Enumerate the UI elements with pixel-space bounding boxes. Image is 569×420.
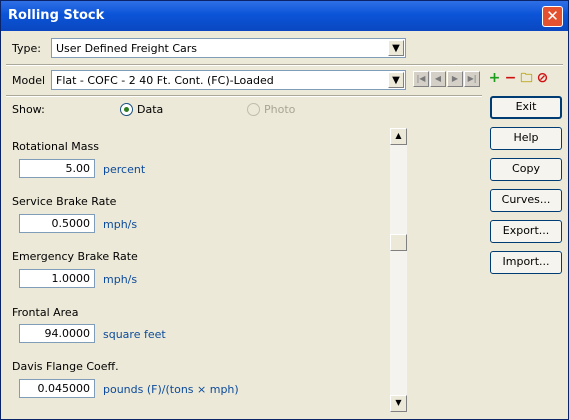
chevron-down-icon[interactable]: ▼ (388, 72, 404, 88)
next-record-button[interactable]: ▶ (447, 71, 463, 87)
no-icon[interactable]: ⊘ (535, 71, 550, 87)
scroll-down-icon[interactable]: ▼ (390, 395, 407, 412)
last-record-button[interactable]: ▶| (464, 71, 480, 87)
first-record-button[interactable]: |◀ (413, 71, 429, 87)
import-button[interactable]: Import... (490, 251, 562, 274)
field-unit: square feet (103, 328, 166, 341)
field-unit: percent (103, 163, 146, 176)
show-data-radio[interactable] (120, 103, 133, 116)
separator-mid (6, 95, 482, 97)
close-icon: ✕ (546, 7, 559, 25)
help-button[interactable]: Help (490, 127, 562, 150)
field-label: Emergency Brake Rate (12, 250, 138, 263)
emergency-brake-rate-input[interactable]: 1.0000 (19, 269, 95, 288)
field-unit: pounds (F)/(tons × mph) (103, 383, 239, 396)
field-label: Frontal Area (12, 306, 79, 319)
model-dropdown[interactable]: Flat - COFC - 2 40 Ft. Cont. (FC)-Loaded… (51, 70, 406, 90)
model-value: Flat - COFC - 2 40 Ft. Cont. (FC)-Loaded (56, 74, 274, 87)
folder-icon[interactable]: 🗀 (519, 71, 534, 87)
field-label: Davis Flange Coeff. (12, 360, 119, 373)
radio-selected-dot (124, 107, 129, 112)
type-label: Type: (12, 42, 41, 55)
field-label: Service Brake Rate (12, 195, 117, 208)
field-label: Rotational Mass (12, 140, 99, 153)
title-bar[interactable]: Rolling Stock ✕ (1, 1, 568, 31)
separator-top (6, 64, 563, 66)
service-brake-rate-input[interactable]: 0.5000 (19, 214, 95, 233)
show-photo-label: Photo (264, 103, 296, 116)
show-data-label: Data (137, 103, 164, 116)
remove-icon[interactable]: − (503, 71, 518, 87)
model-label: Model (12, 74, 46, 87)
copy-button[interactable]: Copy (490, 158, 562, 181)
window-title: Rolling Stock (8, 8, 105, 23)
type-dropdown[interactable]: User Defined Freight Cars ▼ (51, 38, 406, 58)
show-photo-radio[interactable] (247, 103, 260, 116)
fields-panel: Rotational Mass 5.00 percent Service Bra… (1, 125, 406, 413)
field-unit: mph/s (103, 273, 138, 286)
rotational-mass-input[interactable]: 5.00 (19, 159, 95, 178)
frontal-area-input[interactable]: 94.0000 (19, 324, 95, 343)
exit-button[interactable]: Exit (490, 96, 562, 119)
field-unit: mph/s (103, 218, 138, 231)
close-button[interactable]: ✕ (542, 6, 563, 27)
prev-record-button[interactable]: ◀ (430, 71, 446, 87)
add-icon[interactable]: + (487, 71, 502, 87)
type-value: User Defined Freight Cars (56, 42, 198, 55)
rolling-stock-window: Rolling Stock ✕ Type: User Defined Freig… (0, 0, 569, 420)
scroll-thumb[interactable] (390, 234, 407, 251)
vertical-scrollbar[interactable]: ▲ ▼ (390, 128, 407, 412)
curves-button[interactable]: Curves... (490, 189, 562, 212)
scroll-up-icon[interactable]: ▲ (390, 128, 407, 145)
show-label: Show: (12, 103, 45, 116)
chevron-down-icon[interactable]: ▼ (388, 40, 404, 56)
davis-flange-coeff-input[interactable]: 0.045000 (19, 379, 95, 398)
export-button[interactable]: Export... (490, 220, 562, 243)
